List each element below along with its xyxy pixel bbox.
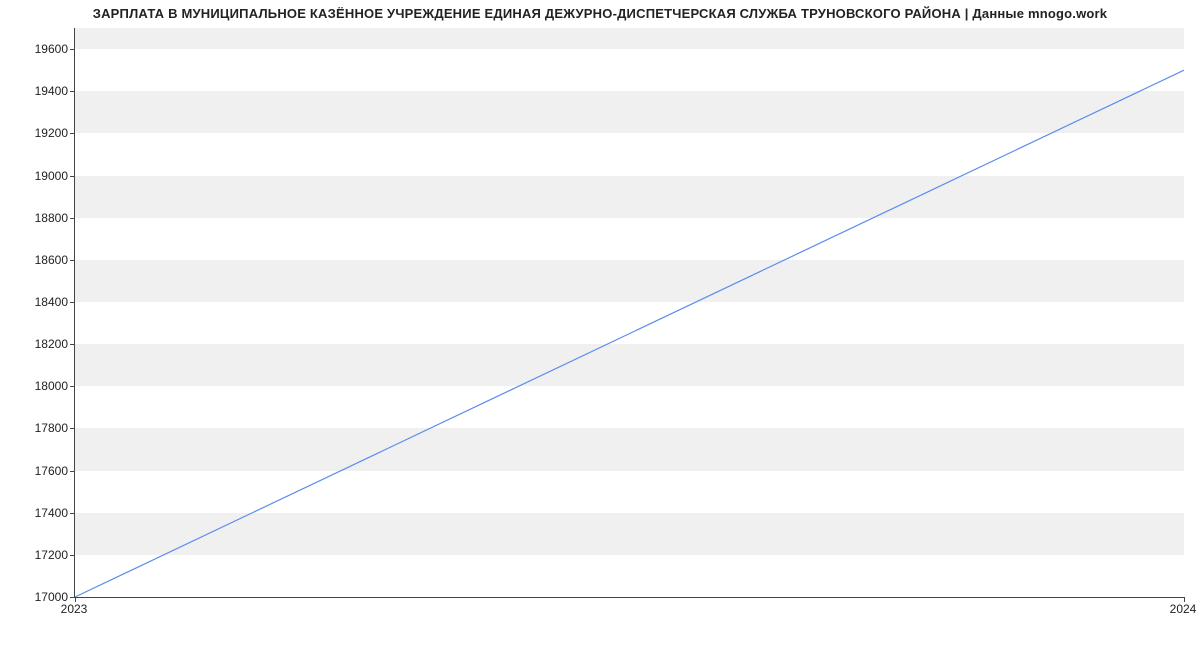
y-tick-mark — [70, 49, 75, 50]
y-tick-label: 17400 — [8, 506, 68, 520]
y-tick-mark — [70, 91, 75, 92]
y-tick-mark — [70, 344, 75, 345]
y-tick-mark — [70, 260, 75, 261]
y-tick-label: 17000 — [8, 590, 68, 604]
y-tick-mark — [70, 386, 75, 387]
y-tick-mark — [70, 133, 75, 134]
y-tick-label: 18600 — [8, 253, 68, 267]
y-tick-label: 17600 — [8, 464, 68, 478]
y-tick-mark — [70, 302, 75, 303]
x-tick-label: 2024 — [1170, 602, 1197, 616]
y-tick-label: 17800 — [8, 421, 68, 435]
y-tick-mark — [70, 428, 75, 429]
y-tick-label: 19200 — [8, 126, 68, 140]
x-tick-label: 2023 — [61, 602, 88, 616]
y-tick-mark — [70, 218, 75, 219]
y-tick-label: 17200 — [8, 548, 68, 562]
y-tick-label: 19600 — [8, 42, 68, 56]
y-tick-label: 18800 — [8, 211, 68, 225]
y-tick-label: 19000 — [8, 169, 68, 183]
y-tick-mark — [70, 176, 75, 177]
y-tick-label: 18200 — [8, 337, 68, 351]
y-tick-mark — [70, 471, 75, 472]
y-tick-mark — [70, 513, 75, 514]
series-line — [75, 70, 1184, 597]
y-tick-mark — [70, 555, 75, 556]
chart-title: ЗАРПЛАТА В МУНИЦИПАЛЬНОЕ КАЗЁННОЕ УЧРЕЖД… — [0, 6, 1200, 21]
y-tick-label: 18400 — [8, 295, 68, 309]
y-tick-label: 18000 — [8, 379, 68, 393]
plot-area — [74, 28, 1184, 598]
line-layer — [75, 28, 1184, 597]
y-tick-label: 19400 — [8, 84, 68, 98]
chart-container: ЗАРПЛАТА В МУНИЦИПАЛЬНОЕ КАЗЁННОЕ УЧРЕЖД… — [0, 0, 1200, 650]
